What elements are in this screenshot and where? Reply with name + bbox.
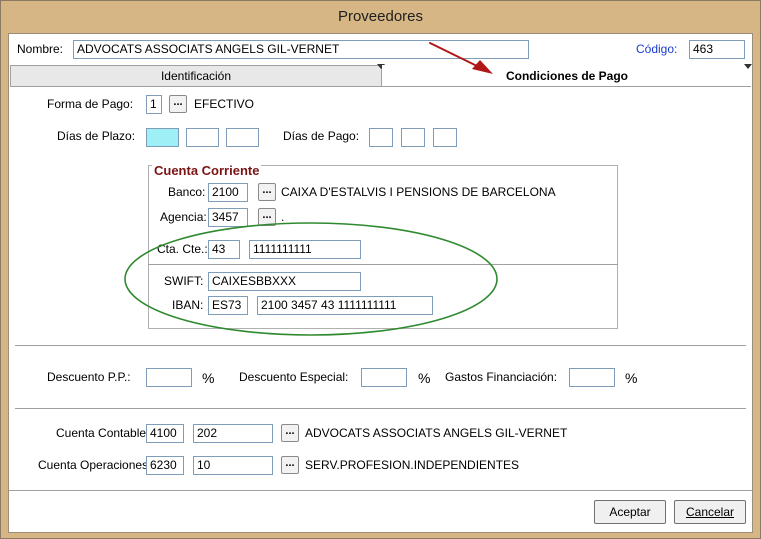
cuenta-operaciones-desc: SERV.PROFESION.INDEPENDIENTES: [305, 458, 520, 472]
cuenta-contable-a-field[interactable]: 4100: [146, 424, 184, 443]
dias-plazo-label: Días de Plazo:: [57, 129, 136, 143]
agencia-desc: .: [281, 210, 285, 224]
window-client-area: Nombre: ADVOCATS ASSOCIATS ANGELS GIL-VE…: [8, 33, 753, 533]
descuento-pp-label: Descuento P.P.:: [47, 370, 131, 384]
cuenta-contable-b-field[interactable]: 202: [193, 424, 273, 443]
agencia-lookup-button[interactable]: ...: [258, 208, 276, 226]
forma-pago-label: Forma de Pago:: [47, 97, 134, 111]
window-title: Proveedores: [337, 8, 424, 25]
forma-pago-desc: EFECTIVO: [194, 97, 255, 111]
cuenta-operaciones-a-field[interactable]: 6230: [146, 456, 184, 475]
cta-cte-label: Cta. Cte.:: [157, 242, 208, 256]
tab-identificacion-label: Identificación: [160, 69, 232, 83]
tab-identificacion[interactable]: Identificación: [10, 65, 382, 86]
cta-cte-number-field[interactable]: 1111111111: [249, 240, 361, 259]
agencia-label: Agencia:: [160, 210, 207, 224]
cuenta-corriente-title: Cuenta Corriente: [152, 163, 262, 178]
iban-prefix-field[interactable]: ES73: [208, 296, 248, 315]
cta-cte-dc-field[interactable]: 43: [208, 240, 240, 259]
descuento-pp-field[interactable]: [146, 368, 192, 387]
codigo-field[interactable]: 463: [689, 40, 745, 59]
gastos-financiacion-field[interactable]: [569, 368, 615, 387]
forma-pago-lookup-button[interactable]: ...: [169, 95, 187, 113]
section-divider: [15, 345, 746, 346]
proveedores-window: Proveedores Nombre: ADVOCATS ASSOCIATS A…: [0, 0, 761, 539]
tab-condiciones-de-pago[interactable]: Condiciones de Pago: [382, 65, 752, 87]
aceptar-button[interactable]: Aceptar: [594, 500, 666, 524]
iban-field[interactable]: 2100 3457 43 1111111111: [257, 296, 433, 315]
gastos-financiacion-percent: %: [625, 370, 638, 386]
descuento-especial-label: Descuento Especial:: [239, 370, 349, 384]
gastos-financiacion-label: Gastos Financiación:: [445, 370, 558, 384]
cancelar-button[interactable]: Cancelar: [674, 500, 746, 524]
group-divider: [148, 264, 618, 265]
banco-lookup-button[interactable]: ...: [258, 183, 276, 201]
dias-pago-field-3[interactable]: [433, 128, 457, 147]
iban-label: IBAN:: [172, 298, 204, 312]
agencia-code-field[interactable]: 3457: [208, 208, 248, 227]
nombre-field[interactable]: ADVOCATS ASSOCIATS ANGELS GIL-VERNET: [73, 40, 529, 59]
dias-plazo-field-2[interactable]: [186, 128, 219, 147]
forma-pago-code-field[interactable]: 1: [146, 95, 162, 114]
banco-desc: CAIXA D'ESTALVIS I PENSIONS DE BARCELONA: [281, 185, 556, 199]
dias-pago-field-2[interactable]: [401, 128, 425, 147]
descuento-especial-field[interactable]: [361, 368, 407, 387]
banco-label: Banco:: [168, 185, 206, 199]
footer-divider: [9, 490, 752, 491]
descuento-especial-percent: %: [418, 370, 431, 386]
tab-marker-icon: [744, 64, 752, 69]
cuenta-contable-label: Cuenta Contable:: [56, 426, 150, 440]
swift-field[interactable]: CAIXESBBXXX: [208, 272, 361, 291]
banco-code-field[interactable]: 2100: [208, 183, 248, 202]
dias-plazo-field-3[interactable]: [226, 128, 259, 147]
section-divider: [15, 408, 746, 409]
cuenta-operaciones-label: Cuenta Operaciones:: [38, 458, 152, 472]
cuenta-operaciones-lookup-button[interactable]: ...: [281, 456, 299, 474]
swift-label: SWIFT:: [164, 274, 204, 288]
cuenta-contable-lookup-button[interactable]: ...: [281, 424, 299, 442]
nombre-label: Nombre:: [17, 42, 64, 56]
descuento-pp-percent: %: [202, 370, 215, 386]
dias-pago-label: Días de Pago:: [283, 129, 360, 143]
codigo-label: Código:: [636, 42, 678, 56]
tab-condiciones-label: Condiciones de Pago: [505, 69, 628, 83]
dias-pago-field-1[interactable]: [369, 128, 393, 147]
cuenta-contable-desc: ADVOCATS ASSOCIATS ANGELS GIL-VERNET: [305, 426, 568, 440]
dias-plazo-field-1[interactable]: [146, 128, 179, 147]
cuenta-operaciones-b-field[interactable]: 10: [193, 456, 273, 475]
